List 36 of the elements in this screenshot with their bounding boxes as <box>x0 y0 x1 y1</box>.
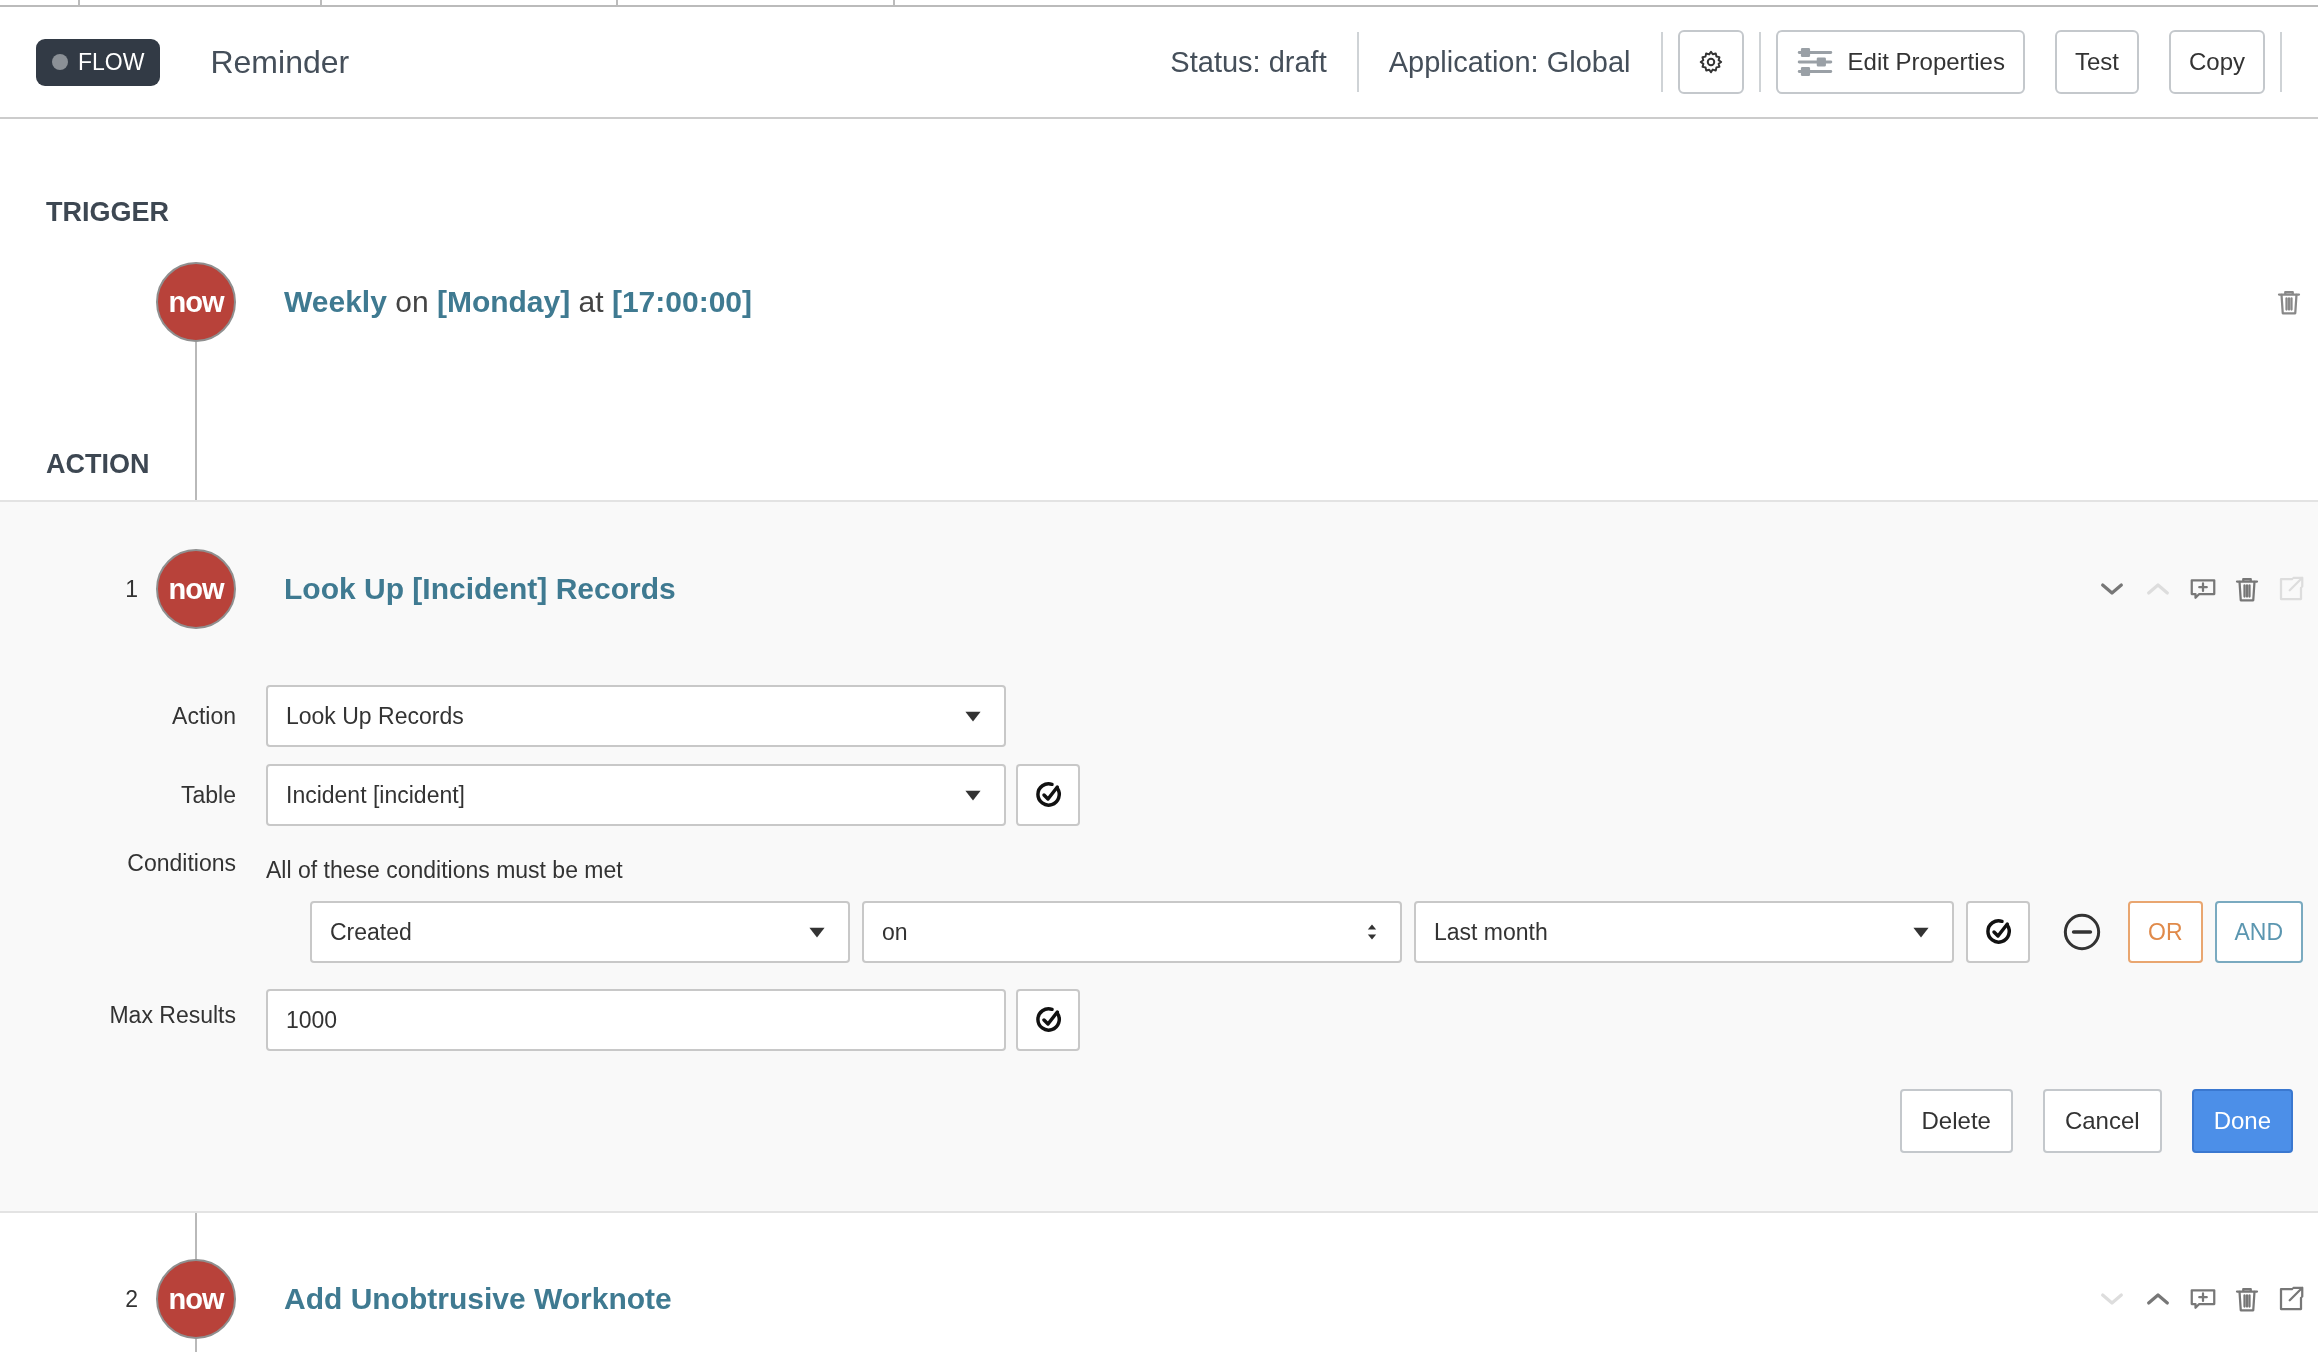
flow-badge: FLOW <box>36 38 161 86</box>
form-button[interactable]: Delete <box>1899 1089 2013 1153</box>
action-heading: ACTION <box>45 449 151 481</box>
trigger-heading: TRIGGER <box>45 197 170 228</box>
form-button[interactable]: Cancel <box>2042 1089 2162 1153</box>
edit-properties-button[interactable]: Edit Properties <box>1775 30 2025 94</box>
logo-badge: now <box>156 1259 236 1339</box>
select-field[interactable]: on <box>862 901 1402 963</box>
step-number: 2 <box>124 1285 139 1313</box>
data-pill-button[interactable] <box>1966 901 2030 963</box>
input-field[interactable]: 1000 <box>266 989 1006 1051</box>
settings-button[interactable] <box>1677 30 1744 94</box>
minus-circle-icon <box>2062 912 2102 952</box>
step-title[interactable]: Add Unobtrusive Worknote <box>236 1282 2096 1316</box>
toolbar-button[interactable]: Copy <box>2168 30 2265 94</box>
field-label: Table <box>180 781 236 809</box>
trigger-sentence[interactable]: Weekly on [Monday] at [17:00:00] <box>236 285 2274 319</box>
application-text: Application: Global <box>1387 45 1632 79</box>
flow-title: Reminder <box>210 43 351 81</box>
select-field[interactable]: Incident [incident] <box>266 764 1006 826</box>
select-field[interactable]: Look Up Records <box>266 685 1006 747</box>
step-number: 1 <box>124 575 139 603</box>
field-label: Conditions <box>126 850 236 877</box>
conditions-text: All of these conditions must be met <box>266 856 623 884</box>
field-label: Action <box>171 702 236 730</box>
step-title[interactable]: Look Up [Incident] Records <box>236 572 2096 606</box>
data-pill-button[interactable] <box>1016 764 1080 826</box>
field-label: Max Results <box>108 1002 236 1029</box>
select-field[interactable]: Last month <box>1414 901 1954 963</box>
logo-badge: now <box>156 262 236 342</box>
select-field[interactable]: Created <box>310 901 850 963</box>
settings-icon <box>1697 49 1724 75</box>
data-pill-button[interactable] <box>1016 989 1080 1051</box>
status-text: Status: draft <box>1169 45 1328 79</box>
logo-badge: now <box>156 549 236 629</box>
toolbar-button[interactable]: Test <box>2054 30 2139 94</box>
